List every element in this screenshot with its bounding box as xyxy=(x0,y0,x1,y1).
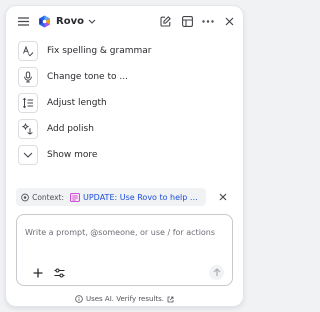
remove-context-button[interactable] xyxy=(217,191,229,203)
external-link-icon[interactable] xyxy=(167,296,174,303)
prompt-input[interactable] xyxy=(25,225,225,239)
menu-item-fix-spelling[interactable]: Fix spelling & grammar xyxy=(16,38,233,64)
chevron-down-icon xyxy=(18,145,38,165)
microphone-icon xyxy=(18,67,38,87)
footer-disclaimer: Uses AI. Verify results. xyxy=(6,293,243,305)
toggle-sidebar-button[interactable] xyxy=(179,13,195,29)
rovo-logo-icon xyxy=(39,15,50,27)
edit-icon xyxy=(159,15,171,27)
menu-item-label: Add polish xyxy=(47,124,94,134)
menu-item-label: Adjust length xyxy=(47,98,107,108)
more-options-button[interactable] xyxy=(200,13,216,29)
more-horizontal-icon xyxy=(202,19,214,23)
plus-icon xyxy=(33,268,43,278)
sliders-icon xyxy=(54,268,64,278)
hamburger-icon xyxy=(17,16,29,26)
menu-item-label: Fix spelling & grammar xyxy=(47,46,152,56)
quick-actions-menu: Fix spelling & grammar Change tone to ..… xyxy=(16,38,233,168)
hamburger-menu-button[interactable] xyxy=(15,13,31,29)
menu-item-label: Change tone to ... xyxy=(47,72,128,82)
spellcheck-icon xyxy=(18,41,38,61)
menu-item-show-more[interactable]: Show more xyxy=(16,142,233,168)
context-bar: Context: UPDATE: Use Rovo to help write.… xyxy=(16,187,235,207)
arrow-up-icon xyxy=(213,268,220,276)
prompt-box xyxy=(16,214,233,286)
rovo-panel: Rovo Fix spelling & grammar Change tone … xyxy=(6,6,243,306)
settings-button[interactable] xyxy=(52,266,66,280)
context-target-icon xyxy=(21,193,29,201)
menu-item-label: Show more xyxy=(47,150,98,160)
menu-item-add-polish[interactable]: Add polish xyxy=(16,116,233,142)
chevron-down-icon xyxy=(88,19,96,24)
footer-text: Uses AI. Verify results. xyxy=(85,295,164,303)
close-icon xyxy=(225,17,233,25)
info-icon xyxy=(75,295,83,303)
brand-switcher[interactable]: Rovo xyxy=(38,12,96,30)
menu-item-adjust-length[interactable]: Adjust length xyxy=(16,90,233,116)
brand-name: Rovo xyxy=(56,15,84,27)
text-length-icon xyxy=(18,93,38,113)
sidebar-panel-icon xyxy=(181,15,193,27)
context-page-title[interactable]: UPDATE: Use Rovo to help write... xyxy=(83,193,201,202)
page-icon xyxy=(70,192,80,202)
panel-header: Rovo xyxy=(6,6,243,36)
new-chat-button[interactable] xyxy=(157,13,173,29)
send-button[interactable] xyxy=(209,265,224,280)
context-chip[interactable]: Context: UPDATE: Use Rovo to help write.… xyxy=(16,188,206,206)
menu-item-change-tone[interactable]: Change tone to ... xyxy=(16,64,233,90)
context-label: Context: xyxy=(32,192,64,202)
add-button[interactable] xyxy=(31,266,45,280)
sparkle-icon xyxy=(18,119,38,139)
close-panel-button[interactable] xyxy=(221,13,237,29)
close-icon xyxy=(219,193,227,201)
